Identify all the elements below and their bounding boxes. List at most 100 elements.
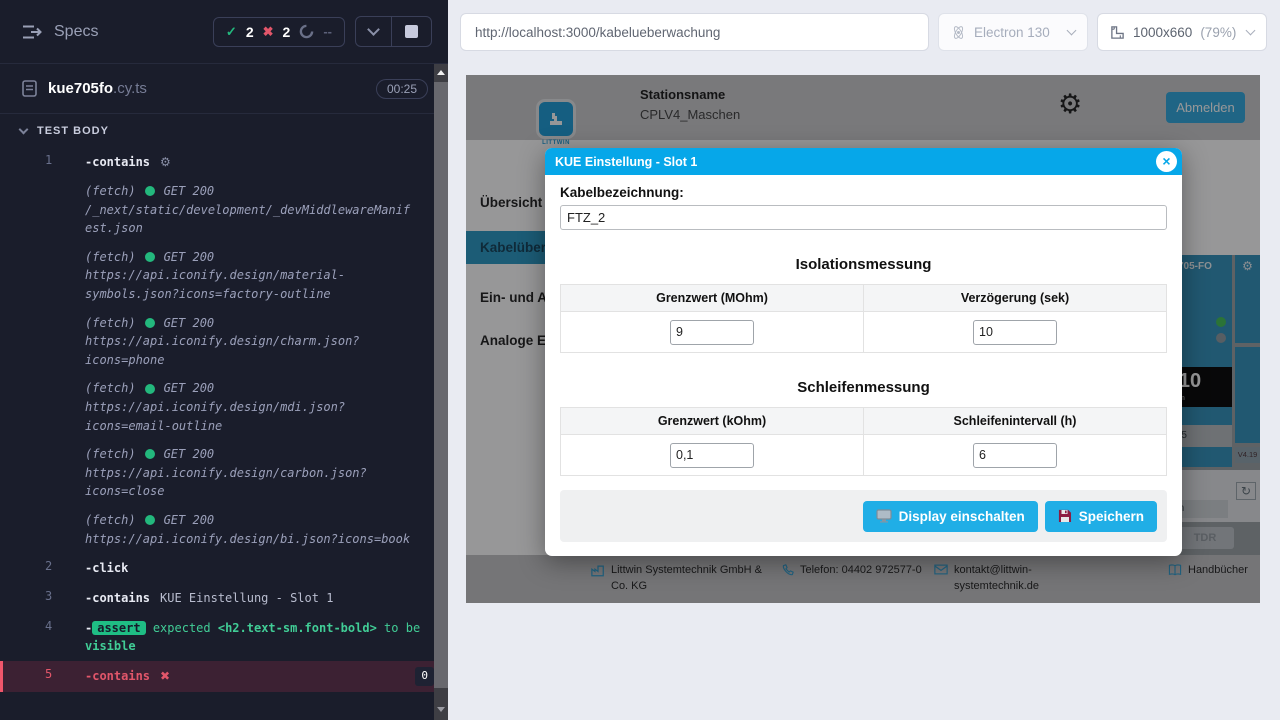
fetch-log-entry[interactable]: (fetch)GET 200 https://api.iconify.desig… — [0, 374, 448, 440]
fetch-label: (fetch) — [85, 248, 136, 267]
command-row[interactable]: 2 -click — [0, 553, 448, 583]
runner-controls — [355, 16, 432, 47]
column-header: Schleifenintervall (h) — [864, 408, 1167, 435]
fetch-status: GET 200 — [164, 314, 215, 333]
scroll-down-arrow[interactable] — [437, 707, 445, 712]
modal-footer: Display einschalten Speichern — [560, 490, 1167, 542]
scroll-up-arrow[interactable] — [437, 70, 445, 75]
failed-command-row[interactable]: 5 -contains✖0 — [0, 661, 448, 692]
chevron-down-icon — [1246, 26, 1256, 36]
command-argument: KUE Einstellung - Slot 1 — [160, 591, 333, 605]
cypress-reporter: Specs ✓ 2 ✖ 2 -- kue705fo.cy.ts 00:25 TE… — [0, 0, 448, 720]
specs-menu-icon[interactable] — [22, 24, 42, 40]
viewport-selector[interactable]: 1000x660 (79%) — [1097, 13, 1267, 51]
browser-selector[interactable]: Electron 130 — [938, 13, 1088, 51]
status-dot-icon — [145, 515, 155, 525]
button-label: Display einschalten — [899, 509, 1025, 524]
close-icon[interactable]: × — [1156, 151, 1177, 172]
fetch-label: (fetch) — [85, 445, 136, 464]
command-name: -contains — [85, 667, 150, 685]
failed-icon: ✖ — [263, 24, 274, 40]
grenzwert-mohm-input[interactable] — [670, 320, 754, 345]
schleifenintervall-input[interactable] — [973, 443, 1057, 468]
grenzwert-kohm-input[interactable] — [670, 443, 754, 468]
assert-message: to be — [384, 621, 420, 635]
fetch-log-entry[interactable]: (fetch)GET 200 https://api.iconify.desig… — [0, 243, 448, 309]
assert-message: expected — [153, 621, 211, 635]
status-dot-icon — [145, 318, 155, 328]
command-name: -contains — [85, 591, 150, 605]
command-name: -click — [85, 561, 128, 575]
table-cell — [561, 312, 864, 353]
test-body-toggle[interactable]: TEST BODY — [0, 114, 448, 147]
spec-row[interactable]: kue705fo.cy.ts 00:25 — [0, 64, 448, 114]
url-text: http://localhost:3000/kabelueberwachung — [475, 25, 720, 40]
table-cell — [864, 312, 1167, 353]
modal-title: KUE Einstellung - Slot 1 — [555, 155, 1156, 169]
modal-body: Kabelbezeichnung: Isolationsmessung Gren… — [545, 175, 1182, 556]
chevron-down-icon — [1067, 26, 1077, 36]
stop-icon — [405, 25, 418, 38]
collapse-button[interactable] — [356, 17, 391, 46]
url-bar[interactable]: http://localhost:3000/kabelueberwachung — [460, 13, 929, 51]
fetch-status: GET 200 — [164, 511, 215, 530]
chevron-down-icon — [19, 124, 29, 134]
fetch-log-entry[interactable]: (fetch)GET 200 /_next/static/development… — [0, 177, 448, 243]
status-dot-icon — [145, 384, 155, 394]
fetch-status: GET 200 — [164, 445, 215, 464]
assert-badge: assert — [92, 621, 145, 635]
fetch-status: GET 200 — [164, 379, 215, 398]
viewport-size: 1000x660 — [1133, 25, 1192, 40]
command-number: 1 — [0, 153, 85, 167]
section-title: Schleifenmessung — [560, 379, 1167, 396]
fetch-url: https://api.iconify.design/mdi.json?icon… — [85, 398, 414, 435]
table-cell — [864, 435, 1167, 476]
reporter-scrollbar[interactable] — [434, 64, 448, 720]
electron-icon — [951, 25, 966, 40]
specs-label[interactable]: Specs — [54, 23, 213, 41]
verzoegerung-input[interactable] — [973, 320, 1057, 345]
section-title: Isolationsmessung — [560, 256, 1167, 273]
match-count-badge: 0 — [415, 667, 434, 686]
assert-element: <h2.text-sm.font-bold> — [218, 621, 377, 635]
pending-count: -- — [323, 24, 332, 39]
spec-timer: 00:25 — [376, 79, 428, 99]
fetch-label: (fetch) — [85, 511, 136, 530]
isolationsmessung-section: Isolationsmessung Grenzwert (MOhm) Verzö… — [560, 256, 1167, 353]
fetch-url: https://api.iconify.design/carbon.json?i… — [85, 464, 414, 501]
command-row[interactable]: 1 -contains ⚙ — [0, 147, 448, 177]
modal-header: KUE Einstellung - Slot 1 × — [545, 148, 1182, 175]
scrollbar-thumb[interactable] — [434, 82, 448, 688]
failed-count: 2 — [283, 24, 291, 40]
passed-icon: ✓ — [226, 24, 237, 40]
monitor-icon — [876, 509, 892, 523]
command-number: 3 — [0, 589, 85, 603]
spec-name: kue705fo.cy.ts — [48, 80, 147, 97]
command-row[interactable]: 3 -contains KUE Einstellung - Slot 1 — [0, 583, 448, 613]
passed-count: 2 — [246, 24, 254, 40]
fetch-url: https://api.iconify.design/charm.json?ic… — [85, 332, 414, 369]
aut-toolbar: http://localhost:3000/kabelueberwachung … — [460, 13, 1267, 51]
viewport-zoom: (79%) — [1200, 25, 1236, 40]
browser-label: Electron 130 — [974, 25, 1050, 40]
fetch-log-entry[interactable]: (fetch)GET 200 https://api.iconify.desig… — [0, 506, 448, 553]
fetch-label: (fetch) — [85, 182, 136, 201]
fetch-url: https://api.iconify.design/material-symb… — [85, 266, 414, 303]
fetch-log-entry[interactable]: (fetch) GET 200 https://api.iconify.desig… — [0, 440, 448, 506]
column-header: Verzögerung (sek) — [864, 285, 1167, 312]
fetch-log-entry[interactable]: (fetch)GET 200 https://api.iconify.desig… — [0, 309, 448, 375]
display-einschalten-button[interactable]: Display einschalten — [863, 501, 1038, 532]
table-cell — [561, 435, 864, 476]
assert-row[interactable]: 4 -assert expected <h2.text-sm.font-bold… — [0, 613, 448, 661]
command-name: -contains — [85, 155, 150, 169]
gear-icon: ⚙ — [160, 155, 171, 169]
chevron-down-icon — [367, 23, 380, 36]
reporter-header: Specs ✓ 2 ✖ 2 -- — [0, 0, 448, 64]
ruler-icon — [1110, 25, 1125, 40]
stop-button[interactable] — [392, 17, 431, 46]
schleifenmessung-section: Schleifenmessung Grenzwert (kOhm) Schlei… — [560, 379, 1167, 476]
test-stats: ✓ 2 ✖ 2 -- — [213, 17, 345, 47]
kabelbezeichnung-input[interactable] — [560, 205, 1167, 230]
speichern-button[interactable]: Speichern — [1045, 501, 1157, 532]
assert-message-bold: visible — [85, 639, 136, 653]
